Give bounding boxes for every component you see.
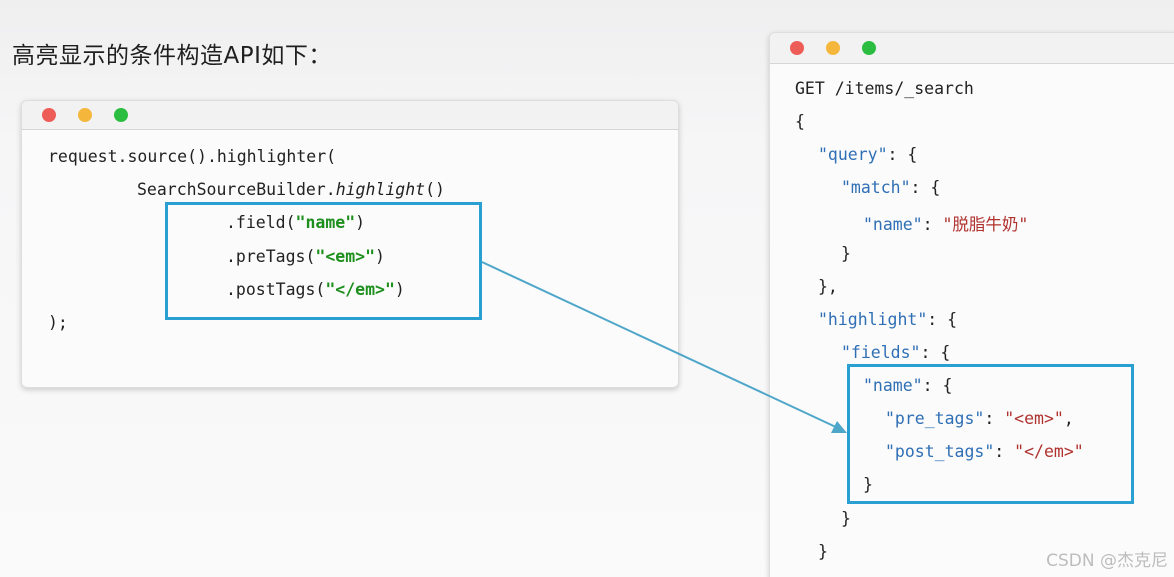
code-text: : { <box>887 145 918 164</box>
json-line-query: "query": { <box>818 145 917 164</box>
slide-heading: 高亮显示的条件构造API如下： <box>12 43 332 69</box>
code-text: : { <box>920 343 951 362</box>
code-text: SearchSourceBuilder. <box>137 180 336 199</box>
code-text: ); <box>48 313 68 332</box>
json-line-request: GET /items/_search <box>795 79 974 98</box>
json-key: "fields" <box>841 343 921 362</box>
code-text: GET /items/_search <box>795 79 974 98</box>
json-code-block: GET /items/_search { "query": { "match":… <box>770 33 1084 561</box>
java-window-titlebar <box>22 101 678 130</box>
java-line-6: ); <box>48 313 68 332</box>
slide: 高亮显示的条件构造API如下： request.source().highlig… <box>0 0 1174 577</box>
java-highlight-box <box>165 202 482 320</box>
json-highlight-box <box>847 364 1134 504</box>
code-text: } <box>841 244 851 263</box>
java-code-block: request.source().highlighter( SearchSour… <box>22 101 445 332</box>
json-line-close-match: } <box>841 244 851 263</box>
json-line-highlight: "highlight": { <box>818 310 957 329</box>
maximize-dot-icon <box>114 108 128 122</box>
code-text: () <box>425 180 445 199</box>
json-key: "highlight" <box>818 310 928 329</box>
json-line-open: { <box>795 112 805 131</box>
json-window-titlebar <box>770 33 1174 64</box>
json-value: "脱脂牛奶" <box>942 215 1029 234</box>
json-key: "name" <box>863 215 923 234</box>
code-text: }, <box>818 277 838 296</box>
json-line-close-fields: } <box>841 509 851 528</box>
json-key: "query" <box>818 145 888 164</box>
json-line-fields: "fields": { <box>841 343 950 362</box>
java-line-1: request.source().highlighter( <box>48 147 336 166</box>
maximize-dot-icon <box>862 41 876 55</box>
code-text: } <box>818 542 828 561</box>
json-line-close-query: }, <box>818 277 838 296</box>
code-text: : { <box>927 310 958 329</box>
json-line-name: "name": "脱脂牛奶" <box>863 211 1028 235</box>
code-text: } <box>841 509 851 528</box>
java-line-2: SearchSourceBuilder.highlight() <box>137 180 445 199</box>
code-method: highlight <box>335 180 426 199</box>
code-text: : <box>922 215 943 234</box>
code-text: { <box>795 112 805 131</box>
code-text: : { <box>910 178 941 197</box>
json-key: "match" <box>841 178 911 197</box>
json-line-match: "match": { <box>841 178 940 197</box>
json-line-close-highlight: } <box>818 542 828 561</box>
code-text: request.source().highlighter( <box>48 147 337 166</box>
csdn-watermark: CSDN @杰克尼 <box>1046 551 1168 571</box>
